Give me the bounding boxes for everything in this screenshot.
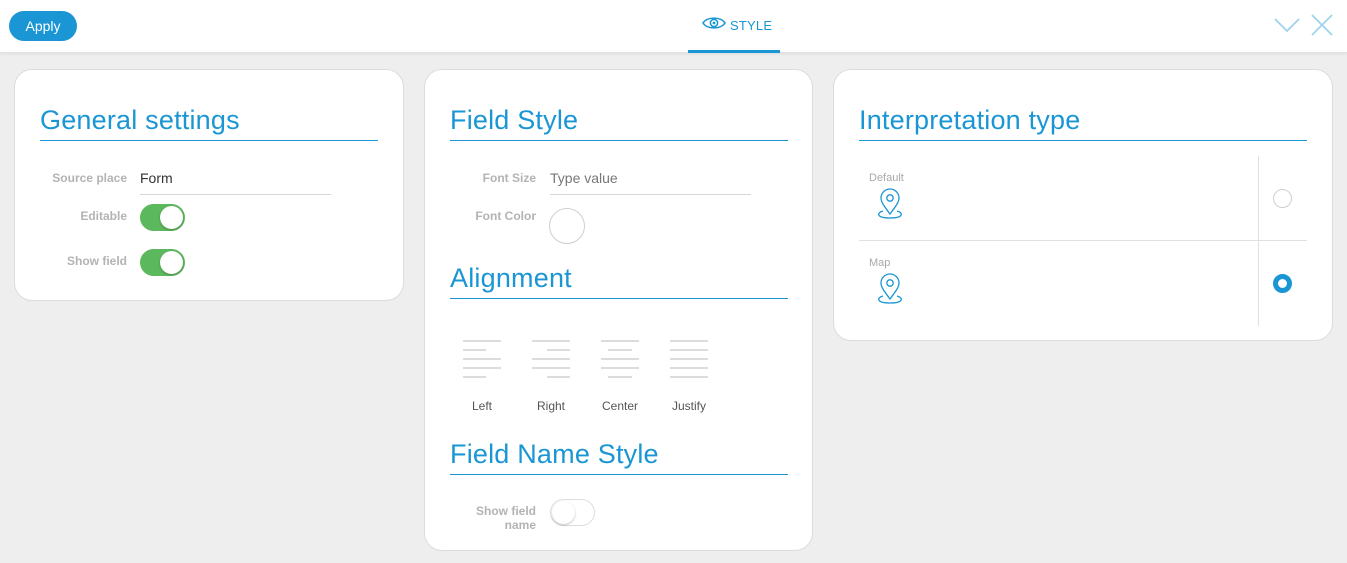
source-place-label: Source place [52,171,127,185]
row-divider [859,240,1307,241]
tab-style-label: STYLE [730,18,773,33]
interpretation-option-map[interactable]: Map [859,241,1307,325]
tab-style-content: STYLE [702,15,772,36]
interpretation-radio-map[interactable] [1273,274,1292,293]
top-toolbar: Apply STYLE [0,0,1347,53]
interpretation-radio-default[interactable] [1273,189,1292,208]
general-settings-heading: General settings [40,105,240,135]
show-field-name-label-line1: Show field [476,504,536,518]
active-tab-indicator [688,50,780,53]
chevron-down-icon[interactable] [1273,14,1301,36]
toggle-knob [552,501,575,524]
source-place-underline [140,194,331,195]
editable-label: Editable [80,209,127,223]
field-style-heading: Field Style [450,105,579,135]
heading-divider [450,298,788,299]
align-justify-label: Justify [671,399,706,413]
font-color-picker[interactable] [549,208,585,244]
show-field-name-label: Show field name [445,504,536,532]
font-size-underline [550,194,751,195]
tab-style[interactable]: STYLE [688,0,780,53]
align-center-icon [601,340,639,378]
align-center-label: Center [601,399,639,413]
source-place-value[interactable]: Form [140,170,173,186]
close-icon[interactable] [1310,13,1334,37]
align-center-option[interactable]: Center [595,340,645,413]
align-left-label: Left [471,399,492,413]
font-size-label: Font Size [482,171,536,185]
heading-divider [450,474,788,475]
show-field-name-label-line2: name [504,518,536,532]
toggle-knob [160,206,183,229]
eye-icon [702,15,726,36]
field-name-style-heading: Field Name Style [450,439,659,469]
toggle-knob [160,251,183,274]
show-field-label: Show field [67,254,127,268]
align-justify-icon [670,340,708,378]
alignment-heading: Alignment [450,263,572,293]
align-right-label: Right [536,399,565,413]
heading-divider [859,140,1307,141]
align-left-icon [463,340,501,378]
show-field-name-toggle[interactable] [550,499,595,526]
interpretation-option-default[interactable]: Default [859,156,1307,240]
field-style-card: Field Style Font Size Type value Font Co… [424,69,813,551]
align-right-option[interactable]: Right [526,340,576,413]
column-divider [1258,156,1259,326]
heading-divider [40,140,378,141]
align-left-option[interactable]: Left [457,340,507,413]
interpretation-option-label: Map [869,257,891,269]
align-justify-option[interactable]: Justify [664,340,714,413]
align-right-icon [532,340,570,378]
general-settings-card: General settings Source place Form Edita… [14,69,404,301]
map-pin-icon [873,272,907,311]
apply-button[interactable]: Apply [9,11,77,41]
interpretation-option-label: Default [869,172,904,184]
font-size-input[interactable]: Type value [550,170,618,186]
editable-toggle[interactable] [140,204,185,231]
interpretation-type-card: Interpretation type Default Map [833,69,1333,341]
show-field-toggle[interactable] [140,249,185,276]
interpretation-type-heading: Interpretation type [859,105,1081,135]
heading-divider [450,140,788,141]
map-pin-icon [873,187,907,226]
font-color-label: Font Color [475,209,536,223]
